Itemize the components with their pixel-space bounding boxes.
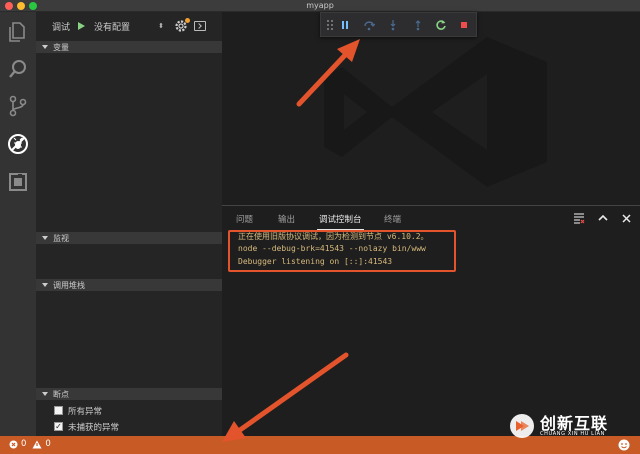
breakpoint-all-exceptions[interactable]: 所有异常 bbox=[54, 404, 102, 417]
close-panel-icon[interactable] bbox=[620, 212, 632, 224]
step-out-icon[interactable] bbox=[412, 19, 424, 31]
brand-logo-icon bbox=[510, 414, 534, 438]
section-call-stack-label: 调用堆栈 bbox=[53, 280, 85, 290]
section-variables[interactable]: 变量 bbox=[36, 41, 222, 53]
activity-bar bbox=[0, 12, 36, 436]
chevron-down-icon bbox=[42, 392, 48, 396]
section-breakpoints-label: 断点 bbox=[53, 389, 69, 399]
debug-sidebar: 调试 没有配置 ⬍ 变量 监视 调用堆栈 断点 所有异常 ✓ 未捕获的异常 bbox=[36, 12, 222, 436]
debug-icon[interactable] bbox=[6, 132, 30, 156]
tab-terminal[interactable]: 终端 bbox=[384, 213, 401, 225]
start-debugging-button[interactable] bbox=[78, 22, 86, 30]
debug-toolbar: 调试 没有配置 ⬍ bbox=[36, 12, 222, 40]
vscode-watermark-logo-icon bbox=[324, 37, 547, 187]
debug-config-value: 没有配置 bbox=[94, 22, 131, 33]
chevron-down-icon bbox=[42, 45, 48, 49]
watermark: 创新互联 CHUANG XIN HU LIAN bbox=[508, 408, 636, 444]
checkbox-all-exceptions[interactable] bbox=[54, 406, 63, 415]
window-title: myapp bbox=[306, 1, 334, 10]
drag-handle-icon[interactable] bbox=[324, 19, 336, 31]
clear-console-icon[interactable] bbox=[573, 212, 585, 224]
pause-icon[interactable] bbox=[339, 19, 351, 31]
section-variables-label: 变量 bbox=[53, 42, 69, 52]
error-icon bbox=[9, 440, 18, 448]
source-control-icon[interactable] bbox=[6, 94, 30, 118]
console-line: node --debug-brk=41543 --nolazy bin/www bbox=[238, 244, 426, 253]
bottom-panel: 问题 输出 调试控制台 终端 正在使用旧版协议调试，因为检测到节点 v6.10.… bbox=[222, 205, 640, 436]
debug-config-select[interactable]: 没有配置 ⬍ bbox=[94, 19, 164, 33]
maximize-panel-icon[interactable] bbox=[597, 212, 609, 224]
checkbox-uncaught-exceptions[interactable]: ✓ bbox=[54, 422, 63, 431]
tab-problems[interactable]: 问题 bbox=[236, 213, 253, 225]
section-breakpoints[interactable]: 断点 bbox=[36, 388, 222, 400]
chevron-down-icon bbox=[42, 236, 48, 240]
restart-icon[interactable] bbox=[435, 19, 447, 31]
warning-icon bbox=[32, 440, 42, 448]
console-line: 正在使用旧版协议调试，因为检测到节点 v6.10.2。 bbox=[238, 232, 429, 241]
breakpoint-uncaught-exceptions[interactable]: ✓ 未捕获的异常 bbox=[54, 420, 119, 433]
step-into-icon[interactable] bbox=[387, 19, 399, 31]
tab-debug-console[interactable]: 调试控制台 bbox=[317, 213, 364, 230]
breakpoint-label: 未捕获的异常 bbox=[68, 422, 120, 433]
breakpoint-label: 所有异常 bbox=[68, 406, 103, 417]
console-line: Debugger listening on [::]:41543 bbox=[238, 257, 393, 266]
open-console-button[interactable] bbox=[194, 21, 207, 31]
section-call-stack[interactable]: 调用堆栈 bbox=[36, 279, 222, 291]
open-launch-json-button[interactable] bbox=[174, 18, 191, 33]
section-watch-label: 监视 bbox=[53, 233, 69, 243]
floating-debug-toolbar bbox=[320, 12, 477, 37]
debug-label: 调试 bbox=[52, 22, 71, 33]
problems-indicator[interactable]: 0 0 bbox=[9, 439, 51, 449]
title-bar: myapp bbox=[0, 0, 640, 12]
tab-output[interactable]: 输出 bbox=[278, 213, 295, 225]
notification-dot bbox=[185, 18, 191, 23]
section-watch[interactable]: 监视 bbox=[36, 232, 222, 244]
step-over-icon[interactable] bbox=[363, 19, 375, 31]
editor-area bbox=[222, 12, 640, 205]
extensions-icon[interactable] bbox=[6, 170, 30, 194]
files-icon[interactable] bbox=[6, 20, 30, 44]
watermark-subtitle: CHUANG XIN HU LIAN bbox=[540, 431, 605, 437]
chevron-updown-icon: ⬍ bbox=[158, 22, 165, 30]
warning-count: 0 bbox=[45, 439, 51, 449]
error-count: 0 bbox=[21, 439, 27, 449]
stop-icon[interactable] bbox=[458, 19, 470, 31]
chevron-down-icon bbox=[42, 283, 48, 287]
search-icon[interactable] bbox=[6, 57, 30, 81]
